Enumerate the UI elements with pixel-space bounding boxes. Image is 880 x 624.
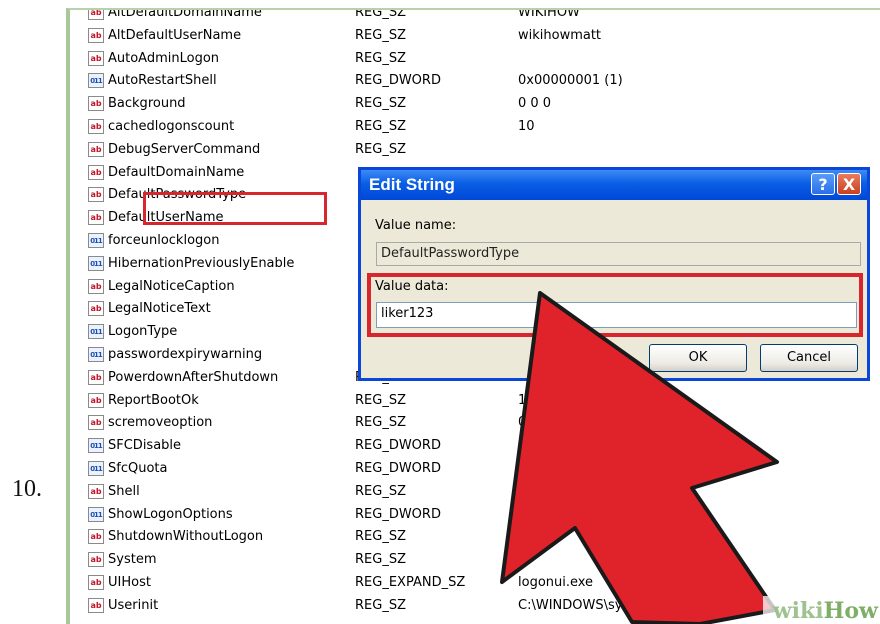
- wikihow-watermark: wikiHow: [762, 596, 880, 624]
- step-number: 10.: [12, 476, 42, 502]
- registry-editor-screenshot: ab AltDefaultDomainName REG_SZ WIKIHOW ab Alt…: [66, 8, 880, 624]
- pointer-arrow-icon: [500, 291, 779, 624]
